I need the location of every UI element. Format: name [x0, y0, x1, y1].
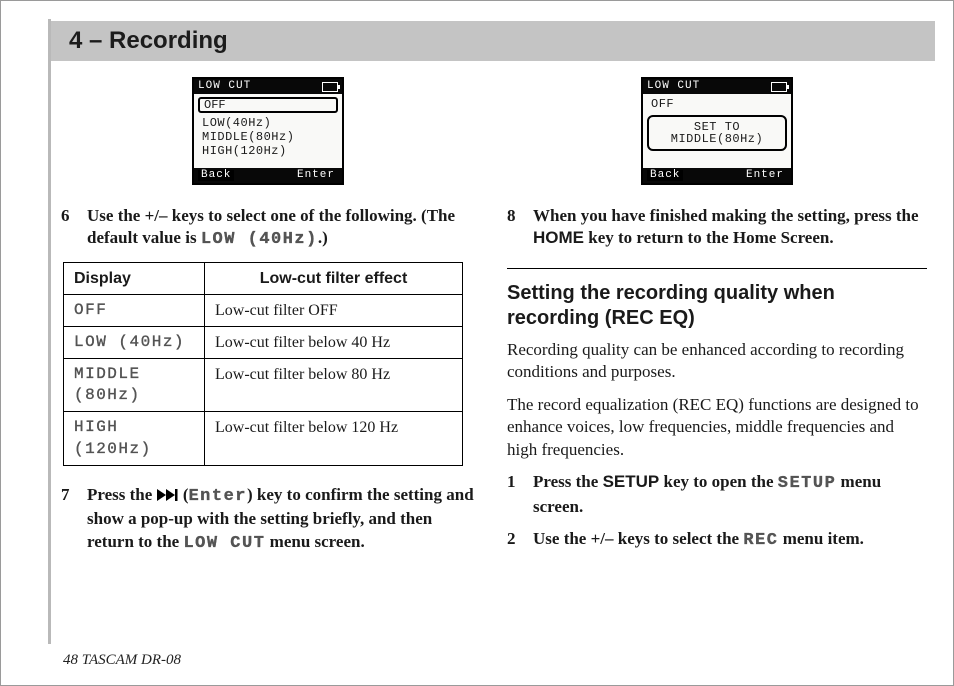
table-row: OFF Low-cut filter OFF	[64, 294, 463, 326]
lcd-screenshot-left: LOW CUT OFF LOW(40Hz) MIDDLE(80Hz) HIGH(…	[61, 77, 475, 185]
lcd-right-body: OFF SET TO MIDDLE(80Hz)	[643, 94, 791, 168]
lcd-popup-line2: MIDDLE(80Hz)	[655, 133, 779, 145]
rec-eq-paragraph-1: Recording quality can be enhanced accord…	[507, 339, 927, 384]
step-7-c: menu screen.	[265, 532, 364, 551]
step-number: 6	[61, 205, 87, 252]
table-cell-effect: Low-cut filter below 40 Hz	[205, 327, 463, 359]
lcd-right-enter: Enter	[743, 170, 787, 181]
lcd-screenshot-right: LOW CUT OFF SET TO MIDDLE(80Hz) Back	[507, 77, 927, 185]
lcd-right-back: Back	[647, 170, 683, 181]
step-6-text-b: .)	[318, 228, 328, 247]
rec-eq-paragraph-2: The record equalization (REC EQ) functio…	[507, 394, 927, 461]
left-column: LOW CUT OFF LOW(40Hz) MIDDLE(80Hz) HIGH(…	[61, 77, 475, 565]
chapter-titlebar: 4 – Recording	[51, 21, 935, 61]
right-column: LOW CUT OFF SET TO MIDDLE(80Hz) Back	[507, 77, 927, 565]
lcd-left: LOW CUT OFF LOW(40Hz) MIDDLE(80Hz) HIGH(…	[192, 77, 344, 185]
step-text: Press the SETUP key to open the SETUP me…	[533, 471, 927, 518]
setup-key-label: SETUP	[603, 472, 660, 491]
lcd-left-body: OFF LOW(40Hz) MIDDLE(80Hz) HIGH(120Hz)	[194, 94, 342, 168]
lcd-right-title: LOW CUT	[647, 81, 700, 92]
table-header-effect: Low-cut filter effect	[205, 262, 463, 294]
lcd-left-footer: Back Enter	[194, 168, 342, 183]
table-cell-display: MIDDLE (80Hz)	[64, 359, 205, 412]
lcd-left-selected: OFF	[198, 97, 338, 113]
step-text: Press the (Enter) key to confirm the set…	[87, 484, 475, 555]
step-6-code: LOW (40Hz)	[201, 230, 318, 249]
step-2-b: menu item.	[778, 529, 863, 548]
table-cell-effect: Low-cut filter OFF	[205, 294, 463, 326]
lcd-left-title: LOW CUT	[198, 81, 251, 92]
step-8: 8 When you have finished making the sett…	[507, 205, 927, 250]
lcd-left-option: MIDDLE(80Hz)	[198, 130, 338, 144]
lcd-left-enter: Enter	[294, 170, 338, 181]
step-7-paren: (	[179, 485, 189, 504]
lcd-left-back: Back	[198, 170, 234, 181]
battery-icon	[771, 82, 787, 92]
step-2-code: REC	[743, 531, 778, 550]
step-8-a: When you have finished making the settin…	[533, 206, 919, 225]
lcd-right-footer: Back Enter	[643, 168, 791, 183]
step-text: Use the +/– keys to select one of the fo…	[87, 205, 475, 252]
step-1-code: SETUP	[778, 474, 837, 493]
manual-page: 4 – Recording LOW CUT OFF LOW(40Hz) MIDD…	[0, 0, 954, 686]
step-7: 7 Press the (Enter) key to confirm the s…	[61, 484, 475, 555]
two-column-layout: LOW CUT OFF LOW(40Hz) MIDDLE(80Hz) HIGH(…	[51, 77, 935, 565]
page-footer: 48 TASCAM DR-08	[63, 652, 181, 669]
table-cell-display: LOW (40Hz)	[64, 327, 205, 359]
table-cell-display: OFF	[64, 294, 205, 326]
table-header-display: Display	[64, 262, 205, 294]
step-2: 2 Use the +/– keys to select the REC men…	[507, 528, 927, 552]
lowcut-table: Display Low-cut filter effect OFF Low-cu…	[63, 262, 463, 466]
fast-forward-icon	[157, 489, 179, 501]
step-text: When you have finished making the settin…	[533, 205, 927, 250]
step-7-a: Press the	[87, 485, 157, 504]
step-1-b: key to open the	[659, 472, 778, 491]
step-7-code1: Enter	[188, 487, 247, 506]
home-key-label: HOME	[533, 228, 584, 247]
page-number: 48	[63, 652, 78, 668]
step-1-a: Press the	[533, 472, 603, 491]
step-number: 7	[61, 484, 87, 555]
table-row: HIGH (120Hz) Low-cut filter below 120 Hz	[64, 412, 463, 465]
table-cell-display: HIGH (120Hz)	[64, 412, 205, 465]
step-number: 2	[507, 528, 533, 552]
step-1: 1 Press the SETUP key to open the SETUP …	[507, 471, 927, 518]
lcd-left-titlebar: LOW CUT	[194, 79, 342, 94]
lcd-left-option: HIGH(120Hz)	[198, 144, 338, 158]
table-row: LOW (40Hz) Low-cut filter below 40 Hz	[64, 327, 463, 359]
step-text: Use the +/– keys to select the REC menu …	[533, 528, 927, 552]
lcd-right: LOW CUT OFF SET TO MIDDLE(80Hz) Back	[641, 77, 793, 185]
step-8-b: key to return to the Home Screen.	[584, 228, 834, 247]
table-cell-effect: Low-cut filter below 120 Hz	[205, 412, 463, 465]
lcd-right-titlebar: LOW CUT	[643, 79, 791, 94]
rec-eq-heading: Setting the recording quality when recor…	[507, 281, 927, 331]
product-model: TASCAM DR-08	[78, 652, 181, 668]
step-number: 1	[507, 471, 533, 518]
step-7-code2: LOW CUT	[183, 534, 265, 553]
step-2-a: Use the +/– keys to select the	[533, 529, 743, 548]
lcd-right-popup: SET TO MIDDLE(80Hz)	[647, 115, 787, 151]
lcd-left-option: LOW(40Hz)	[198, 116, 338, 130]
step-number: 8	[507, 205, 533, 250]
lcd-right-line1: OFF	[647, 97, 787, 111]
step-6: 6 Use the +/– keys to select one of the …	[61, 205, 475, 252]
page-inner: 4 – Recording LOW CUT OFF LOW(40Hz) MIDD…	[51, 21, 935, 661]
table-row: MIDDLE (80Hz) Low-cut filter below 80 Hz	[64, 359, 463, 412]
section-divider	[507, 268, 927, 269]
chapter-title: 4 – Recording	[69, 27, 228, 55]
table-header-row: Display Low-cut filter effect	[64, 262, 463, 294]
battery-icon	[322, 82, 338, 92]
table-cell-effect: Low-cut filter below 80 Hz	[205, 359, 463, 412]
